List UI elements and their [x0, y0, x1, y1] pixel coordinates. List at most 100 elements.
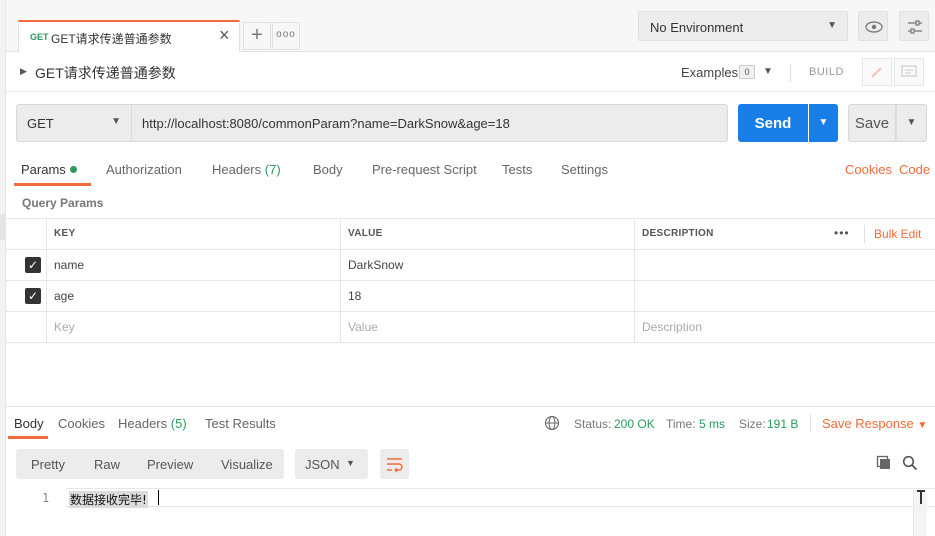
chevron-down-icon: ▼: [827, 20, 837, 31]
tab-headers-label: Headers: [212, 162, 262, 177]
tab-response-headers[interactable]: Headers (5): [118, 416, 187, 431]
tab-headers[interactable]: Headers (7): [212, 162, 281, 177]
tab-prerequest-script[interactable]: Pre-request Script: [372, 162, 477, 177]
column-header-value: VALUE: [340, 219, 635, 249]
param-value-cell[interactable]: DarkSnow: [340, 250, 635, 280]
url-input[interactable]: [132, 104, 728, 142]
request-title[interactable]: GET请求传递普通参数: [35, 63, 176, 83]
pencil-icon: [871, 67, 882, 78]
view-raw[interactable]: Raw: [94, 457, 120, 472]
size-value[interactable]: 191 B: [767, 417, 798, 431]
cookies-link[interactable]: Cookies: [845, 162, 892, 177]
table-row-new: Key Value Description: [6, 312, 935, 343]
response-body-editor[interactable]: 1 数据接收完毕!: [6, 488, 935, 536]
tab-response-headers-label: Headers: [118, 416, 168, 431]
environment-quick-look-button[interactable]: [858, 11, 888, 41]
tab-body[interactable]: Body: [313, 162, 343, 177]
checkbox-checked-icon[interactable]: ✓: [25, 288, 41, 304]
environment-select-value: No Environment: [650, 20, 744, 35]
tab-test-results[interactable]: Test Results: [205, 416, 276, 431]
tab-params[interactable]: Params: [21, 162, 77, 177]
wrap-lines-button[interactable]: [380, 449, 409, 479]
status-value[interactable]: 200 OK: [614, 417, 655, 431]
comment-icon: [901, 65, 917, 77]
view-visualize[interactable]: Visualize: [221, 457, 273, 472]
save-response-label: Save Response: [822, 416, 914, 431]
param-key-cell[interactable]: name: [46, 250, 341, 280]
sliders-icon: [908, 20, 922, 34]
tab-tests[interactable]: Tests: [502, 162, 532, 177]
send-button[interactable]: Send: [738, 104, 808, 142]
scrollbar-thumb[interactable]: [917, 490, 925, 504]
new-description-input[interactable]: Description: [634, 312, 935, 342]
params-table: KEY VALUE DESCRIPTION ••• Bulk Edit ✓ na…: [6, 218, 935, 343]
caret-right-icon[interactable]: ▶: [20, 66, 27, 77]
active-tab-underline: [8, 436, 48, 439]
tab-response-headers-count: (5): [170, 416, 187, 431]
save-button[interactable]: Save: [848, 104, 896, 142]
divider: [864, 225, 865, 243]
divider: [790, 64, 791, 82]
time-value[interactable]: 5 ms: [699, 417, 725, 431]
tab-response-cookies[interactable]: Cookies: [58, 416, 105, 431]
size-label: Size:: [739, 417, 766, 431]
tab-options-button[interactable]: ooo: [272, 22, 300, 50]
examples-count: 0: [739, 65, 755, 79]
active-tab-underline: [14, 183, 91, 186]
request-tab[interactable]: GET GET请求传递普通参数 ×: [18, 20, 240, 52]
chevron-down-icon: ▼: [906, 117, 917, 128]
chevron-down-icon: ▼: [917, 420, 928, 431]
query-params-label: Query Params: [22, 196, 104, 210]
examples-label[interactable]: Examples: [681, 65, 738, 80]
table-options-icon[interactable]: •••: [834, 226, 850, 240]
manage-environments-button[interactable]: [899, 11, 929, 41]
chevron-down-icon: ▼: [111, 116, 121, 127]
status-label: Status:: [574, 417, 612, 431]
globe-icon[interactable]: [544, 415, 560, 431]
view-pretty[interactable]: Pretty: [31, 457, 65, 472]
build-label[interactable]: BUILD: [809, 66, 844, 78]
edit-button[interactable]: [862, 58, 892, 86]
environment-select[interactable]: No Environment ▼: [638, 11, 848, 41]
comments-button[interactable]: [894, 58, 924, 86]
bulk-edit-link[interactable]: Bulk Edit: [874, 227, 921, 241]
checkbox-checked-icon[interactable]: ✓: [25, 257, 41, 273]
copy-icon[interactable]: [876, 455, 892, 471]
response-view-selector: Pretty Raw Preview Visualize: [16, 449, 284, 479]
plus-icon: +: [251, 24, 263, 46]
save-options-button[interactable]: ▼: [896, 104, 927, 142]
param-key-cell[interactable]: age: [46, 281, 341, 311]
wrap-icon: [387, 458, 403, 473]
search-icon[interactable]: [902, 455, 918, 471]
line-number: 1: [42, 491, 50, 505]
tab-params-label: Params: [21, 162, 66, 177]
table-header: KEY VALUE DESCRIPTION ••• Bulk Edit: [6, 219, 935, 250]
tab-response-body[interactable]: Body: [14, 416, 44, 431]
format-select[interactable]: JSON ▼: [295, 449, 368, 479]
method-select-value: GET: [27, 116, 54, 131]
save-response-button[interactable]: Save Response ▼: [822, 416, 927, 431]
table-row: ✓ age 18: [6, 281, 935, 312]
view-preview[interactable]: Preview: [147, 457, 193, 472]
time-label: Time:: [666, 417, 696, 431]
param-description-cell[interactable]: [634, 250, 935, 280]
tab-settings[interactable]: Settings: [561, 162, 608, 177]
new-value-input[interactable]: Value: [340, 312, 635, 342]
tab-authorization[interactable]: Authorization: [106, 162, 182, 177]
param-value-cell[interactable]: 18: [340, 281, 635, 311]
param-description-cell[interactable]: [634, 281, 935, 311]
close-icon[interactable]: ×: [219, 25, 230, 46]
new-key-input[interactable]: Key: [46, 312, 341, 342]
chevron-down-icon[interactable]: ▼: [763, 66, 773, 77]
top-bar: GET GET请求传递普通参数 × + ooo No Environment ▼: [6, 0, 935, 52]
code-link[interactable]: Code: [899, 162, 930, 177]
text-cursor: [158, 490, 159, 505]
send-options-button[interactable]: ▼: [809, 104, 838, 142]
scrollbar[interactable]: [913, 490, 927, 536]
eye-icon: [865, 21, 883, 33]
new-tab-button[interactable]: +: [243, 22, 271, 50]
request-tab-name: GET请求传递普通参数: [51, 32, 172, 46]
chevron-down-icon: ▼: [818, 117, 829, 128]
column-header-key: KEY: [46, 219, 341, 249]
method-select[interactable]: GET ▼: [16, 104, 132, 142]
